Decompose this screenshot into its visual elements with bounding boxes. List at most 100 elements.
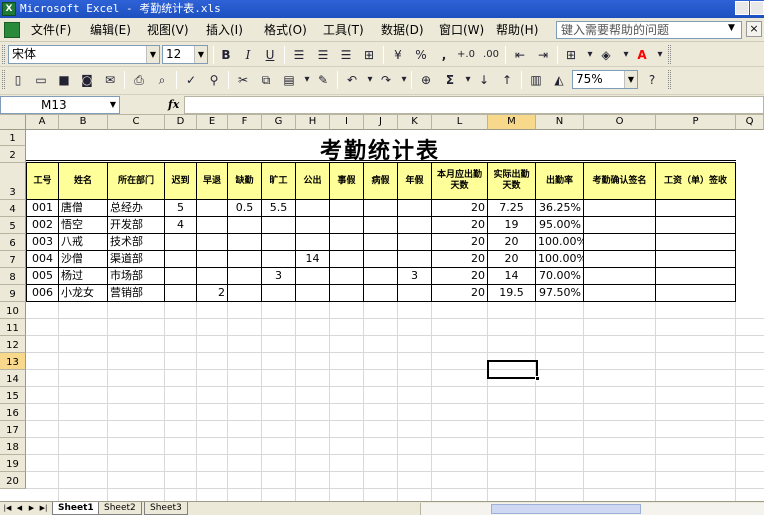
table-cell[interactable]: 营销部 — [108, 285, 165, 302]
chevron-down-icon[interactable]: ▾ — [650, 45, 670, 65]
table-cell[interactable] — [398, 234, 432, 251]
table-cell[interactable]: 市场部 — [108, 268, 165, 285]
copy-icon[interactable]: ⧉ — [256, 70, 276, 90]
table-cell[interactable]: 5 — [165, 200, 197, 217]
table-header-cell[interactable]: 工资（单）签收 — [656, 163, 736, 200]
column-header-n[interactable]: N — [536, 115, 584, 130]
row-header-1[interactable]: 1 — [0, 130, 26, 146]
table-cell[interactable]: 2 — [197, 285, 228, 302]
undo-icon[interactable]: ↶ — [342, 70, 362, 90]
row-header-7[interactable]: 7 — [0, 251, 26, 268]
menu-view[interactable]: 视图(V) — [144, 18, 192, 42]
table-cell[interactable]: 95.00% — [536, 217, 584, 234]
column-header-q[interactable]: Q — [736, 115, 764, 130]
table-cell[interactable]: 006 — [26, 285, 59, 302]
table-cell[interactable] — [656, 234, 736, 251]
toolbar-options-icon[interactable] — [668, 45, 671, 64]
row-header-3[interactable]: 3 — [0, 163, 26, 200]
table-header-cell[interactable]: 工号 — [26, 163, 59, 200]
table-cell[interactable] — [228, 285, 262, 302]
table-header-cell[interactable]: 考勤确认签名 — [584, 163, 656, 200]
table-cell[interactable]: 19 — [488, 217, 536, 234]
research-icon[interactable]: ⚲ — [204, 70, 224, 90]
table-cell[interactable] — [656, 251, 736, 268]
table-cell[interactable] — [165, 234, 197, 251]
table-cell[interactable] — [197, 234, 228, 251]
table-cell[interactable]: 19.5 — [488, 285, 536, 302]
table-cell[interactable]: 杨过 — [59, 268, 108, 285]
column-header-e[interactable]: E — [197, 115, 228, 130]
table-cell[interactable] — [228, 268, 262, 285]
align-center-icon[interactable]: ☰ — [313, 45, 333, 65]
print-icon[interactable]: ⎙ — [129, 70, 149, 90]
scroll-thumb[interactable] — [491, 504, 641, 514]
chevron-down-icon[interactable]: ▼ — [110, 97, 116, 113]
table-cell[interactable] — [330, 268, 364, 285]
column-header-g[interactable]: G — [262, 115, 296, 130]
table-cell[interactable]: 开发部 — [108, 217, 165, 234]
menu-tools[interactable]: 工具(T) — [320, 18, 367, 42]
table-cell[interactable] — [296, 217, 330, 234]
table-cell[interactable]: 3 — [398, 268, 432, 285]
menu-data[interactable]: 数据(D) — [378, 18, 427, 42]
sort-descending-icon[interactable]: ↑ — [497, 70, 517, 90]
row-header-12[interactable]: 12 — [0, 336, 26, 353]
table-cell[interactable]: 20 — [488, 251, 536, 268]
paste-icon[interactable]: ▤ — [279, 70, 299, 90]
bold-button[interactable]: B — [216, 45, 236, 65]
comma-style-button[interactable]: , — [434, 45, 454, 65]
next-sheet-icon[interactable]: ▶ — [26, 503, 37, 514]
table-header-cell[interactable]: 公出 — [296, 163, 330, 200]
table-cell[interactable] — [656, 217, 736, 234]
decrease-decimal-button[interactable]: .00 — [481, 45, 501, 65]
table-cell[interactable] — [330, 234, 364, 251]
table-cell[interactable] — [330, 217, 364, 234]
italic-button[interactable]: I — [238, 45, 258, 65]
table-header-cell[interactable]: 出勤率 — [536, 163, 584, 200]
toolbar-grip[interactable] — [2, 45, 5, 64]
table-cell[interactable] — [398, 217, 432, 234]
table-cell[interactable] — [584, 268, 656, 285]
table-cell[interactable]: 20 — [432, 251, 488, 268]
column-header-a[interactable]: A — [26, 115, 59, 130]
font-name-select[interactable]: 宋体 ▼ — [8, 45, 160, 64]
row-header-11[interactable]: 11 — [0, 319, 26, 336]
insert-function-button[interactable]: fx — [168, 96, 179, 114]
redo-icon[interactable]: ↷ — [376, 70, 396, 90]
column-header-k[interactable]: K — [398, 115, 432, 130]
permission-icon[interactable]: ◙ — [77, 70, 97, 90]
column-header-c[interactable]: C — [108, 115, 165, 130]
table-cell[interactable] — [197, 200, 228, 217]
row-header-4[interactable]: 4 — [0, 200, 26, 217]
increase-indent-icon[interactable]: ⇥ — [533, 45, 553, 65]
table-cell[interactable] — [262, 251, 296, 268]
table-cell[interactable]: 0.5 — [228, 200, 262, 217]
table-cell[interactable]: 001 — [26, 200, 59, 217]
table-cell[interactable] — [364, 251, 398, 268]
table-cell[interactable]: 总经办 — [108, 200, 165, 217]
first-sheet-icon[interactable]: |◀ — [2, 503, 13, 514]
row-header-16[interactable]: 16 — [0, 404, 26, 421]
table-cell[interactable]: 渠道部 — [108, 251, 165, 268]
cut-icon[interactable]: ✂ — [233, 70, 253, 90]
horizontal-scrollbar[interactable] — [420, 503, 764, 515]
row-header-17[interactable]: 17 — [0, 421, 26, 438]
table-cell[interactable]: 14 — [488, 268, 536, 285]
table-cell[interactable] — [262, 217, 296, 234]
table-cell[interactable]: 20 — [432, 200, 488, 217]
table-cell[interactable] — [228, 217, 262, 234]
toolbar-options-icon[interactable] — [668, 70, 671, 89]
underline-button[interactable]: U — [260, 45, 280, 65]
hyperlink-icon[interactable]: ⊕ — [416, 70, 436, 90]
table-header-cell[interactable]: 姓名 — [59, 163, 108, 200]
table-cell[interactable]: 005 — [26, 268, 59, 285]
table-cell[interactable] — [364, 217, 398, 234]
help-dropdown-icon[interactable]: ▼ — [728, 23, 735, 33]
active-cell[interactable] — [487, 360, 540, 381]
table-cell[interactable]: 7.25 — [488, 200, 536, 217]
merge-center-icon[interactable]: ⊞ — [359, 45, 379, 65]
table-cell[interactable]: 20 — [488, 234, 536, 251]
table-cell[interactable] — [584, 234, 656, 251]
borders-icon[interactable]: ⊞ — [561, 45, 581, 65]
table-cell[interactable] — [584, 200, 656, 217]
